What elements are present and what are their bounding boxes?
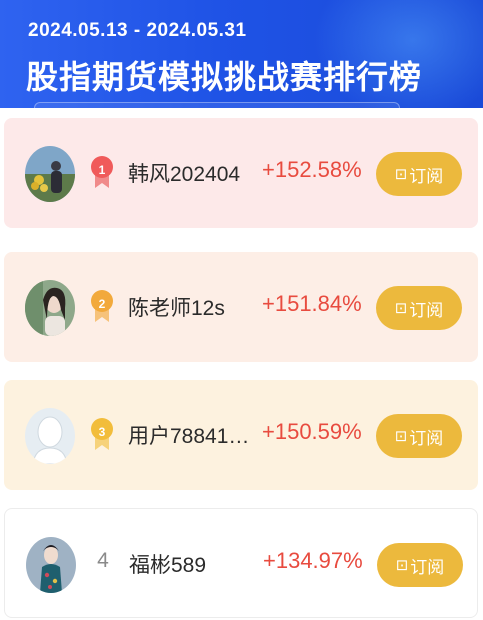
subscribe-label: 订阅 [409,166,444,187]
leaderboard-row[interactable]: 2 陈老师12s +151.84% ⊡ 订阅 [4,252,478,362]
rank-number: 3 [98,425,106,439]
avatar[interactable] [25,408,75,464]
gain-percent: +134.97% [263,548,363,573]
user-name[interactable]: 韩风202404 [128,158,256,188]
date-range: 2024.05.13 - 2024.05.31 [28,20,247,41]
avatar[interactable] [25,280,75,336]
leaderboard-row[interactable]: 1 韩风202404 +152.58% ⊡ 订阅 [4,118,478,228]
rank-number: 4 [97,549,109,572]
banner-tab-strip [34,102,400,108]
leaderboard-row[interactable]: 4 福彬589 +134.97% ⊡ 订阅 [4,508,478,618]
subscribe-button[interactable]: ⊡ 订阅 [377,543,463,587]
header-banner: 2024.05.13 - 2024.05.31 股指期货模拟挑战赛排行榜 [0,0,483,108]
subscribe-button[interactable]: ⊡ 订阅 [376,152,462,196]
subscribe-button[interactable]: ⊡ 订阅 [376,286,462,330]
leaderboard-row[interactable]: 3 用户788418... +150.59% ⊡ 订阅 [4,380,478,490]
avatar[interactable] [26,537,76,593]
subscribe-icon: ⊡ [395,556,409,574]
rank-number: 1 [98,163,106,177]
user-name[interactable]: 用户788418... [128,420,256,450]
subscribe-icon: ⊡ [394,165,408,183]
subscribe-label: 订阅 [410,557,445,578]
subscribe-label: 订阅 [409,300,444,321]
subscribe-icon: ⊡ [394,427,408,445]
subscribe-label: 订阅 [409,428,444,449]
user-name[interactable]: 福彬589 [129,549,257,579]
avatar[interactable] [25,146,75,202]
gain-percent: +151.84% [262,291,362,316]
page-title: 股指期货模拟挑战赛排行榜 [26,58,423,96]
gain-percent: +152.58% [262,157,362,182]
rank-number: 2 [98,297,106,311]
subscribe-button[interactable]: ⊡ 订阅 [376,414,462,458]
gain-percent: +150.59% [262,419,362,444]
subscribe-icon: ⊡ [394,299,408,317]
user-name[interactable]: 陈老师12s [128,292,256,322]
